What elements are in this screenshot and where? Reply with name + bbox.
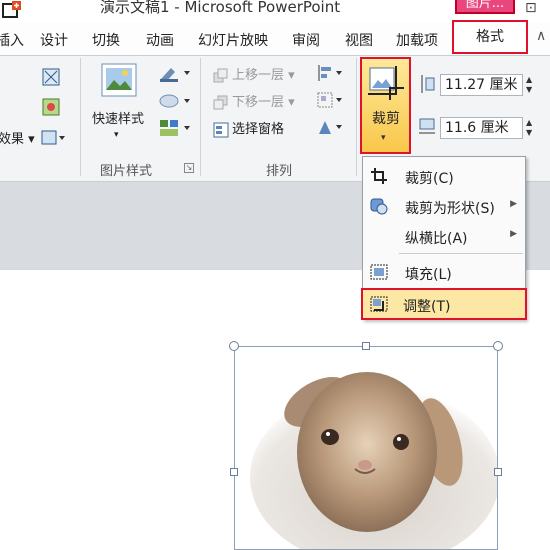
tab-transitions[interactable]: 切换 bbox=[92, 30, 120, 50]
crop-icon bbox=[368, 66, 404, 100]
rotate-icon[interactable] bbox=[316, 118, 346, 136]
menu-item-fill-label: 填充(L) bbox=[405, 267, 452, 283]
picture-effects-label: 效果 bbox=[0, 132, 25, 147]
tab-view[interactable]: 视图 bbox=[345, 30, 373, 50]
picture-border-icon[interactable] bbox=[158, 64, 194, 82]
tab-slideshow[interactable]: 幻灯片放映 bbox=[198, 30, 268, 50]
compress-pictures-icon[interactable] bbox=[40, 96, 62, 118]
window-title: 演示文稿1 - Microsoft PowerPoint bbox=[100, 0, 341, 16]
group-objects-icon[interactable] bbox=[316, 91, 346, 109]
height-icon bbox=[421, 75, 435, 93]
group-label-arrange: 排列 bbox=[266, 164, 293, 179]
crop-to-shape-icon bbox=[370, 198, 388, 215]
menu-separator bbox=[399, 253, 523, 254]
resize-handle-n[interactable] bbox=[362, 342, 370, 350]
crop-label: 裁剪 bbox=[372, 111, 400, 127]
send-backward-icon bbox=[213, 95, 228, 109]
shape-width-value: 11.6 厘米 bbox=[445, 120, 509, 136]
picture-effects-style-icon[interactable] bbox=[158, 92, 194, 110]
send-backward-label: 下移一层 bbox=[232, 95, 285, 110]
bring-forward-button[interactable]: 上移一层 ▾ bbox=[213, 64, 295, 84]
tab-addins[interactable]: 加载项 bbox=[396, 30, 438, 50]
artistic-effects-icon[interactable] bbox=[40, 66, 62, 88]
menu-item-crop-to-shape-label: 裁剪为形状(S) bbox=[405, 201, 495, 217]
quick-styles-icon[interactable] bbox=[98, 62, 142, 102]
collapse-ribbon-icon[interactable]: ∧ bbox=[536, 28, 546, 44]
width-spin-up-icon[interactable]: ▲ bbox=[526, 119, 532, 127]
align-icon[interactable] bbox=[316, 64, 346, 82]
picture-styles-launcher-icon[interactable]: ↘ bbox=[184, 163, 194, 173]
menu-item-crop[interactable]: 裁剪(C) bbox=[363, 161, 525, 191]
crop-tool-icon bbox=[371, 168, 387, 184]
tab-insert[interactable]: 插入 bbox=[0, 30, 24, 50]
shape-height-value: 11.27 厘米 bbox=[445, 77, 518, 93]
crop-dropdown-arrow-icon: ▾ bbox=[381, 133, 386, 143]
menu-item-crop-label: 裁剪(C) bbox=[405, 171, 454, 187]
picture-layout-icon[interactable] bbox=[158, 118, 194, 138]
menu-item-adjust[interactable]: 调整(T) bbox=[361, 288, 527, 320]
menu-item-adjust-label: 调整(T) bbox=[403, 299, 451, 315]
resize-handle-w[interactable] bbox=[230, 468, 238, 476]
group-label-picture-styles: 图片样式 bbox=[100, 164, 153, 179]
height-spin-down-icon[interactable]: ▼ bbox=[526, 86, 532, 94]
tab-format[interactable]: 格式 bbox=[452, 20, 528, 54]
resize-handle-e[interactable] bbox=[494, 468, 502, 476]
resize-handle-ne[interactable] bbox=[493, 341, 503, 351]
quick-styles-dropdown-icon[interactable]: ▾ bbox=[114, 130, 119, 140]
width-spin-down-icon[interactable]: ▼ bbox=[526, 129, 532, 137]
group-separator bbox=[80, 58, 81, 176]
picture-effects-button[interactable]: 效果 ▾ bbox=[0, 128, 35, 147]
selection-pane-icon bbox=[213, 122, 229, 137]
shape-width-input[interactable]: 11.6 厘米 bbox=[440, 117, 523, 139]
bring-forward-label: 上移一层 bbox=[232, 68, 285, 83]
rabbit-picture[interactable] bbox=[234, 346, 498, 550]
submenu-arrow-icon: ▶ bbox=[510, 229, 517, 239]
quick-styles-button[interactable]: 快速样式 bbox=[92, 108, 144, 127]
submenu-arrow-icon: ▶ bbox=[510, 199, 517, 209]
menu-item-fill[interactable]: 填充(L) bbox=[363, 257, 525, 287]
reset-picture-icon[interactable] bbox=[40, 128, 66, 148]
app-icon[interactable] bbox=[0, 0, 22, 22]
selection-pane-button[interactable]: 选择窗格 bbox=[213, 118, 284, 138]
group-separator bbox=[200, 58, 201, 176]
height-spin-up-icon[interactable]: ▲ bbox=[526, 76, 532, 84]
group-separator bbox=[356, 58, 357, 176]
selection-pane-label: 选择窗格 bbox=[232, 122, 285, 137]
send-backward-button[interactable]: 下移一层 ▾ bbox=[213, 91, 295, 111]
rabbit-image bbox=[235, 347, 497, 549]
tab-review[interactable]: 审阅 bbox=[292, 30, 320, 50]
menu-item-aspect-ratio[interactable]: 纵横比(A) ▶ bbox=[363, 221, 525, 251]
width-icon bbox=[419, 118, 435, 134]
adjust-crop-icon bbox=[370, 296, 388, 312]
tab-animations[interactable]: 动画 bbox=[146, 30, 174, 50]
tab-design[interactable]: 设计 bbox=[40, 30, 68, 50]
fill-crop-icon bbox=[370, 264, 388, 280]
restore-icon[interactable]: ⊡ bbox=[525, 0, 550, 18]
shape-height-input[interactable]: 11.27 厘米 bbox=[440, 74, 523, 96]
menu-item-aspect-ratio-label: 纵横比(A) bbox=[405, 231, 468, 247]
menu-item-crop-to-shape[interactable]: 裁剪为形状(S) ▶ bbox=[363, 191, 525, 221]
resize-handle-nw[interactable] bbox=[229, 341, 239, 351]
picture-tools-context-tab: 图片... bbox=[455, 0, 515, 14]
bring-forward-icon bbox=[213, 68, 228, 82]
